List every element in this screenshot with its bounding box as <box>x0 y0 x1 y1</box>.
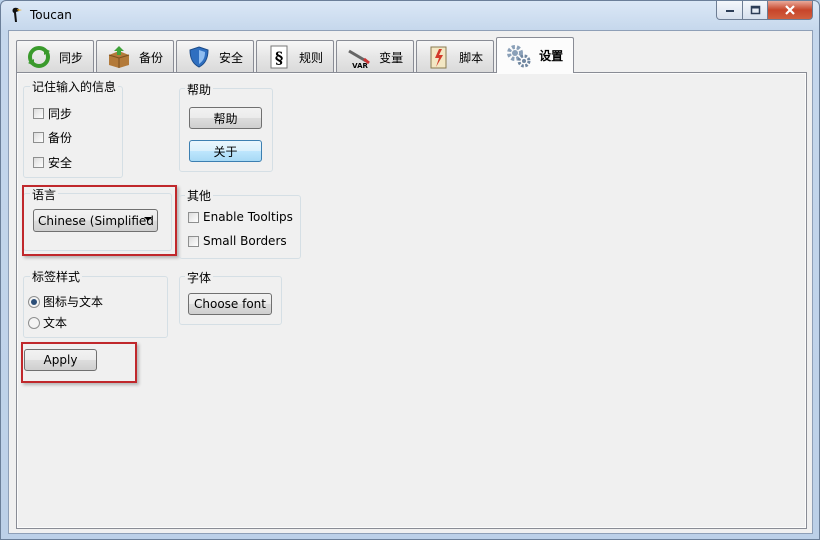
tab-settings[interactable]: 设置 <box>496 37 575 73</box>
remember-sync-checkbox[interactable]: 同步 <box>33 105 72 122</box>
window-title: Toucan <box>30 8 72 22</box>
tab-secure[interactable]: 安全 <box>176 40 255 73</box>
tab-bar: 同步 备份 安全 § 规则 VAR 变量 脚本 设置 <box>16 37 576 73</box>
svg-text:§: § <box>275 48 283 67</box>
tab-style-icon-text-radio[interactable]: 图标与文本 <box>28 293 103 310</box>
remember-backup-checkbox[interactable]: 备份 <box>33 129 72 146</box>
tab-variables[interactable]: VAR 变量 <box>336 40 415 73</box>
sync-icon <box>25 44 53 70</box>
small-borders-checkbox[interactable]: Small Borders <box>188 234 287 248</box>
minimize-icon <box>725 10 734 12</box>
rules-icon: § <box>265 44 293 70</box>
remember-group-title: 记住输入的信息 <box>30 78 119 95</box>
tab-script[interactable]: 脚本 <box>416 40 495 73</box>
tab-backup[interactable]: 备份 <box>96 40 175 73</box>
client-area: 同步 备份 安全 § 规则 VAR 变量 脚本 设置 记住输入的信息 同步 备份… <box>8 30 813 534</box>
minimize-button[interactable] <box>716 1 743 20</box>
svg-text:VAR: VAR <box>352 62 368 69</box>
secure-icon <box>185 44 213 70</box>
maximize-icon <box>750 5 760 15</box>
close-icon <box>785 5 795 15</box>
maximize-button[interactable] <box>743 1 768 20</box>
language-highlight <box>22 185 177 256</box>
close-button[interactable] <box>768 1 813 20</box>
title-bar[interactable]: Toucan <box>1 1 819 29</box>
tab-label: 规则 <box>299 50 324 65</box>
help-button[interactable]: 帮助 <box>189 107 262 129</box>
variables-icon: VAR <box>345 44 373 70</box>
about-button[interactable]: 关于 <box>189 140 262 162</box>
tab-label: 设置 <box>539 49 564 63</box>
tab-rules[interactable]: § 规则 <box>256 40 335 73</box>
tab-sync[interactable]: 同步 <box>16 40 95 73</box>
other-group <box>179 195 301 259</box>
help-group-title: 帮助 <box>185 81 214 98</box>
apply-highlight <box>21 342 137 383</box>
tab-label: 备份 <box>139 50 164 65</box>
font-group-title: 字体 <box>185 269 214 286</box>
other-group-title: 其他 <box>185 187 214 204</box>
tab-label: 安全 <box>219 50 244 65</box>
script-icon <box>425 44 453 70</box>
backup-icon <box>105 44 133 70</box>
app-window: Toucan 同步 备份 安全 § 规则 VAR 变量 脚本 设置 记住输入的信… <box>0 0 820 540</box>
settings-panel: 记住输入的信息 同步 备份 安全 帮助 帮助 关于 语言 Chinese (Si… <box>16 72 807 529</box>
toucan-app-icon <box>12 7 22 22</box>
tab-style-group-title: 标签样式 <box>30 268 83 285</box>
tab-style-text-radio[interactable]: 文本 <box>28 314 67 331</box>
tab-label: 脚本 <box>459 50 484 65</box>
settings-icon <box>505 43 533 69</box>
remember-secure-checkbox[interactable]: 安全 <box>33 154 72 171</box>
enable-tooltips-checkbox[interactable]: Enable Tooltips <box>188 210 293 224</box>
tab-label: 同步 <box>59 50 84 65</box>
choose-font-button[interactable]: Choose font <box>188 293 272 315</box>
tab-label: 变量 <box>379 50 404 65</box>
